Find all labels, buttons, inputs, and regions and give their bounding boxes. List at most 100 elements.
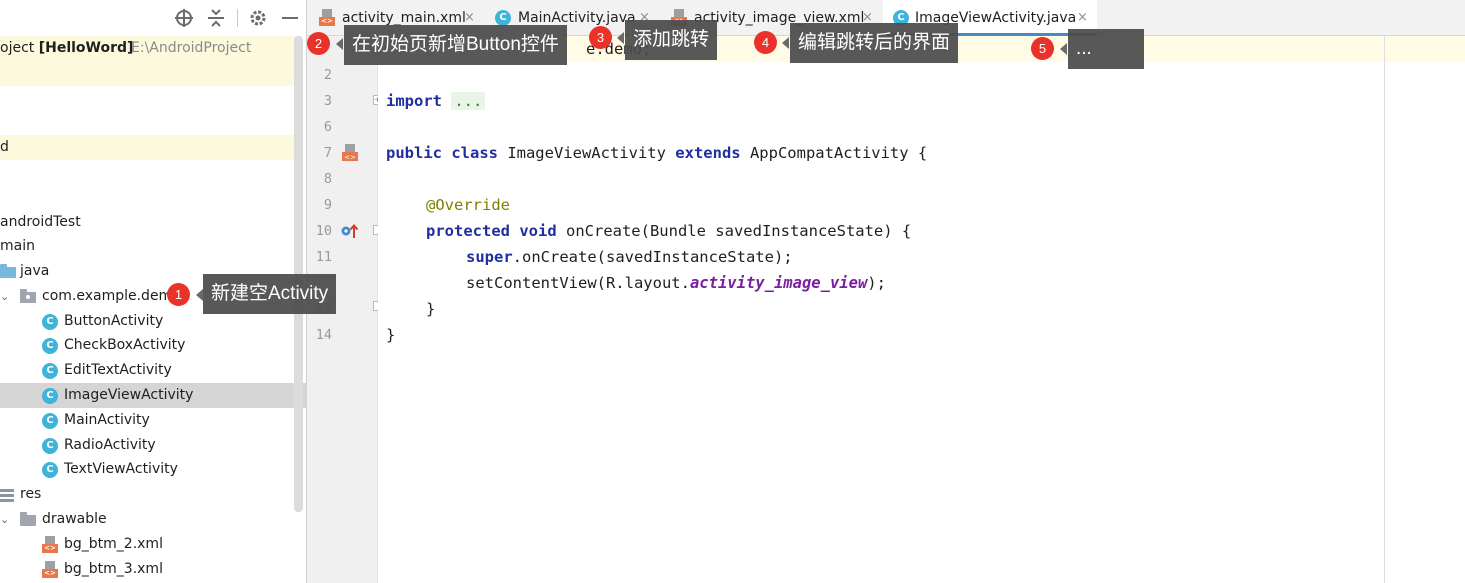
code-line-import: import ... — [386, 88, 486, 114]
java-class-icon: C — [495, 10, 511, 26]
java-class-icon: C — [42, 413, 58, 429]
collapse-all-icon[interactable] — [205, 7, 227, 29]
tree-row-mainactivity[interactable]: C MainActivity — [0, 408, 294, 433]
tree-row-imageviewactivity[interactable]: C ImageViewActivity — [0, 383, 306, 408]
project-name: oject — [0, 40, 39, 56]
annotation-label: 新建空Activity — [203, 274, 337, 314]
code-line-class-decl: public class ImageViewActivity extends A… — [386, 140, 927, 166]
tree-row-bg-btm-2[interactable]: <> bg_btm_2.xml — [0, 532, 294, 557]
code-token: ); — [867, 274, 886, 292]
tree-label: main — [0, 238, 35, 254]
toolbar-separator — [237, 9, 238, 27]
project-module-name: [HelloWord] — [38, 40, 134, 56]
code-line-method-close: } — [426, 296, 435, 322]
method-signature-token: onCreate(Bundle savedInstanceState) { — [556, 222, 912, 240]
keyword-token: import — [386, 92, 442, 110]
source-folder-icon — [0, 264, 16, 278]
code-token: .onCreate(savedInstanceState); — [512, 248, 793, 266]
annotation-pointer — [196, 289, 203, 301]
chevron-down-icon[interactable]: ⌄ — [0, 284, 9, 309]
line-number: 14 — [315, 327, 332, 343]
code-line-override: @Override — [426, 192, 510, 218]
tree-row-edittextactivity[interactable]: C EditTextActivity — [0, 358, 294, 383]
annotation-pointer — [782, 37, 789, 49]
annotation-pointer — [1060, 43, 1067, 55]
chevron-down-icon[interactable]: ⌄ — [0, 507, 9, 532]
tree-label: MainActivity — [64, 412, 150, 428]
right-margin-guide — [1384, 36, 1385, 583]
folder-icon — [20, 512, 36, 526]
tree-label: ImageViewActivity — [64, 387, 194, 403]
resource-folder-icon — [0, 488, 14, 502]
java-class-icon: C — [42, 388, 58, 404]
annotation-number-badge: 2 — [307, 32, 330, 55]
java-class-icon: C — [42, 338, 58, 354]
tree-label: com.example.demo — [42, 288, 181, 304]
tree-label: res — [20, 486, 42, 502]
annotation-number-badge: 3 — [589, 26, 612, 49]
tree-row-checkboxactivity[interactable]: C CheckBoxActivity — [0, 333, 294, 358]
annotation-label: ... — [1068, 29, 1144, 69]
code-line-set-content-view: setContentView(R.layout.activity_image_v… — [466, 270, 886, 296]
line-number: 10 — [315, 223, 332, 239]
code-token: } — [386, 326, 396, 344]
parent-class-token: AppCompatActivity { — [740, 144, 928, 162]
tree-label: drawable — [42, 511, 107, 527]
annotation-token: @Override — [426, 196, 510, 214]
class-name-token: ImageViewActivity — [497, 144, 676, 162]
package-folder-icon — [20, 289, 36, 303]
tree-row-radioactivity[interactable]: C RadioActivity — [0, 433, 294, 458]
line-number: 7 — [323, 145, 332, 161]
line-number: 3 — [323, 93, 332, 109]
tree-label: androidTest — [0, 214, 81, 230]
tree-row-bg-btm-3[interactable]: <> bg_btm_3.xml — [0, 557, 294, 582]
code-editor[interactable]: e.demo; import ... public class ImageVie… — [378, 36, 1465, 583]
tree-root-project[interactable]: oject [HelloWord] E:\AndroidProject — [0, 36, 294, 61]
line-number: 2 — [323, 67, 332, 83]
tree-label: TextViewActivity — [64, 461, 178, 477]
collapsed-imports[interactable]: ... — [451, 92, 486, 110]
tree-row-androidtest[interactable]: androidTest — [0, 210, 294, 235]
minimize-icon[interactable] — [279, 7, 301, 29]
code-line-class-close: } — [386, 322, 395, 348]
line-number: 9 — [323, 197, 332, 213]
line-number: 8 — [323, 171, 332, 187]
project-panel-toolbar — [0, 0, 306, 36]
tree-row-textviewactivity[interactable]: C TextViewActivity — [0, 457, 294, 482]
tree-label: RadioActivity — [64, 437, 156, 453]
tree-row-main[interactable]: main — [0, 234, 294, 259]
java-class-icon: C — [42, 363, 58, 379]
annotation-pointer — [617, 32, 624, 44]
gear-icon[interactable] — [247, 7, 269, 29]
svg-text:<>: <> — [344, 154, 356, 162]
xml-file-icon: <> — [319, 9, 335, 26]
annotation-pointer — [336, 38, 343, 50]
tree-row-drawable[interactable]: ⌄ drawable — [0, 507, 294, 532]
layout-file-link-icon[interactable]: <> — [341, 144, 359, 166]
target-icon[interactable] — [173, 7, 195, 29]
tree-label: CheckBoxActivity — [64, 337, 186, 353]
resource-token: activity_image_view — [689, 274, 868, 292]
line-number: 11 — [315, 249, 332, 265]
tree-label: bg_btm_2.xml — [64, 536, 163, 552]
override-method-icon[interactable] — [341, 223, 359, 243]
keyword-token: public class — [386, 144, 498, 162]
keyword-token: protected void — [426, 222, 557, 240]
xml-file-icon: <> — [42, 561, 58, 578]
tree-label: bg_btm_3.xml — [64, 561, 163, 577]
annotation-label: 编辑跳转后的界面 — [790, 23, 959, 63]
line-number: 6 — [323, 119, 332, 135]
code-line-method-decl: protected void onCreate(Bundle savedInst… — [426, 218, 911, 244]
tree-row-res[interactable]: res — [0, 482, 294, 507]
tree-row-empty[interactable] — [0, 61, 294, 86]
project-path: E:\AndroidProject — [131, 40, 252, 56]
tree-row-d[interactable]: d — [0, 135, 294, 160]
java-class-icon: C — [42, 462, 58, 478]
xml-file-icon: <> — [42, 536, 58, 553]
java-class-icon: C — [42, 314, 58, 330]
tree-label: EditTextActivity — [64, 362, 172, 378]
tree-label: d — [0, 139, 9, 155]
annotation-label: 添加跳转 — [625, 20, 718, 60]
code-line-super-call: super.onCreate(savedInstanceState); — [466, 244, 793, 270]
project-root-label: oject [HelloWord] — [0, 36, 133, 61]
